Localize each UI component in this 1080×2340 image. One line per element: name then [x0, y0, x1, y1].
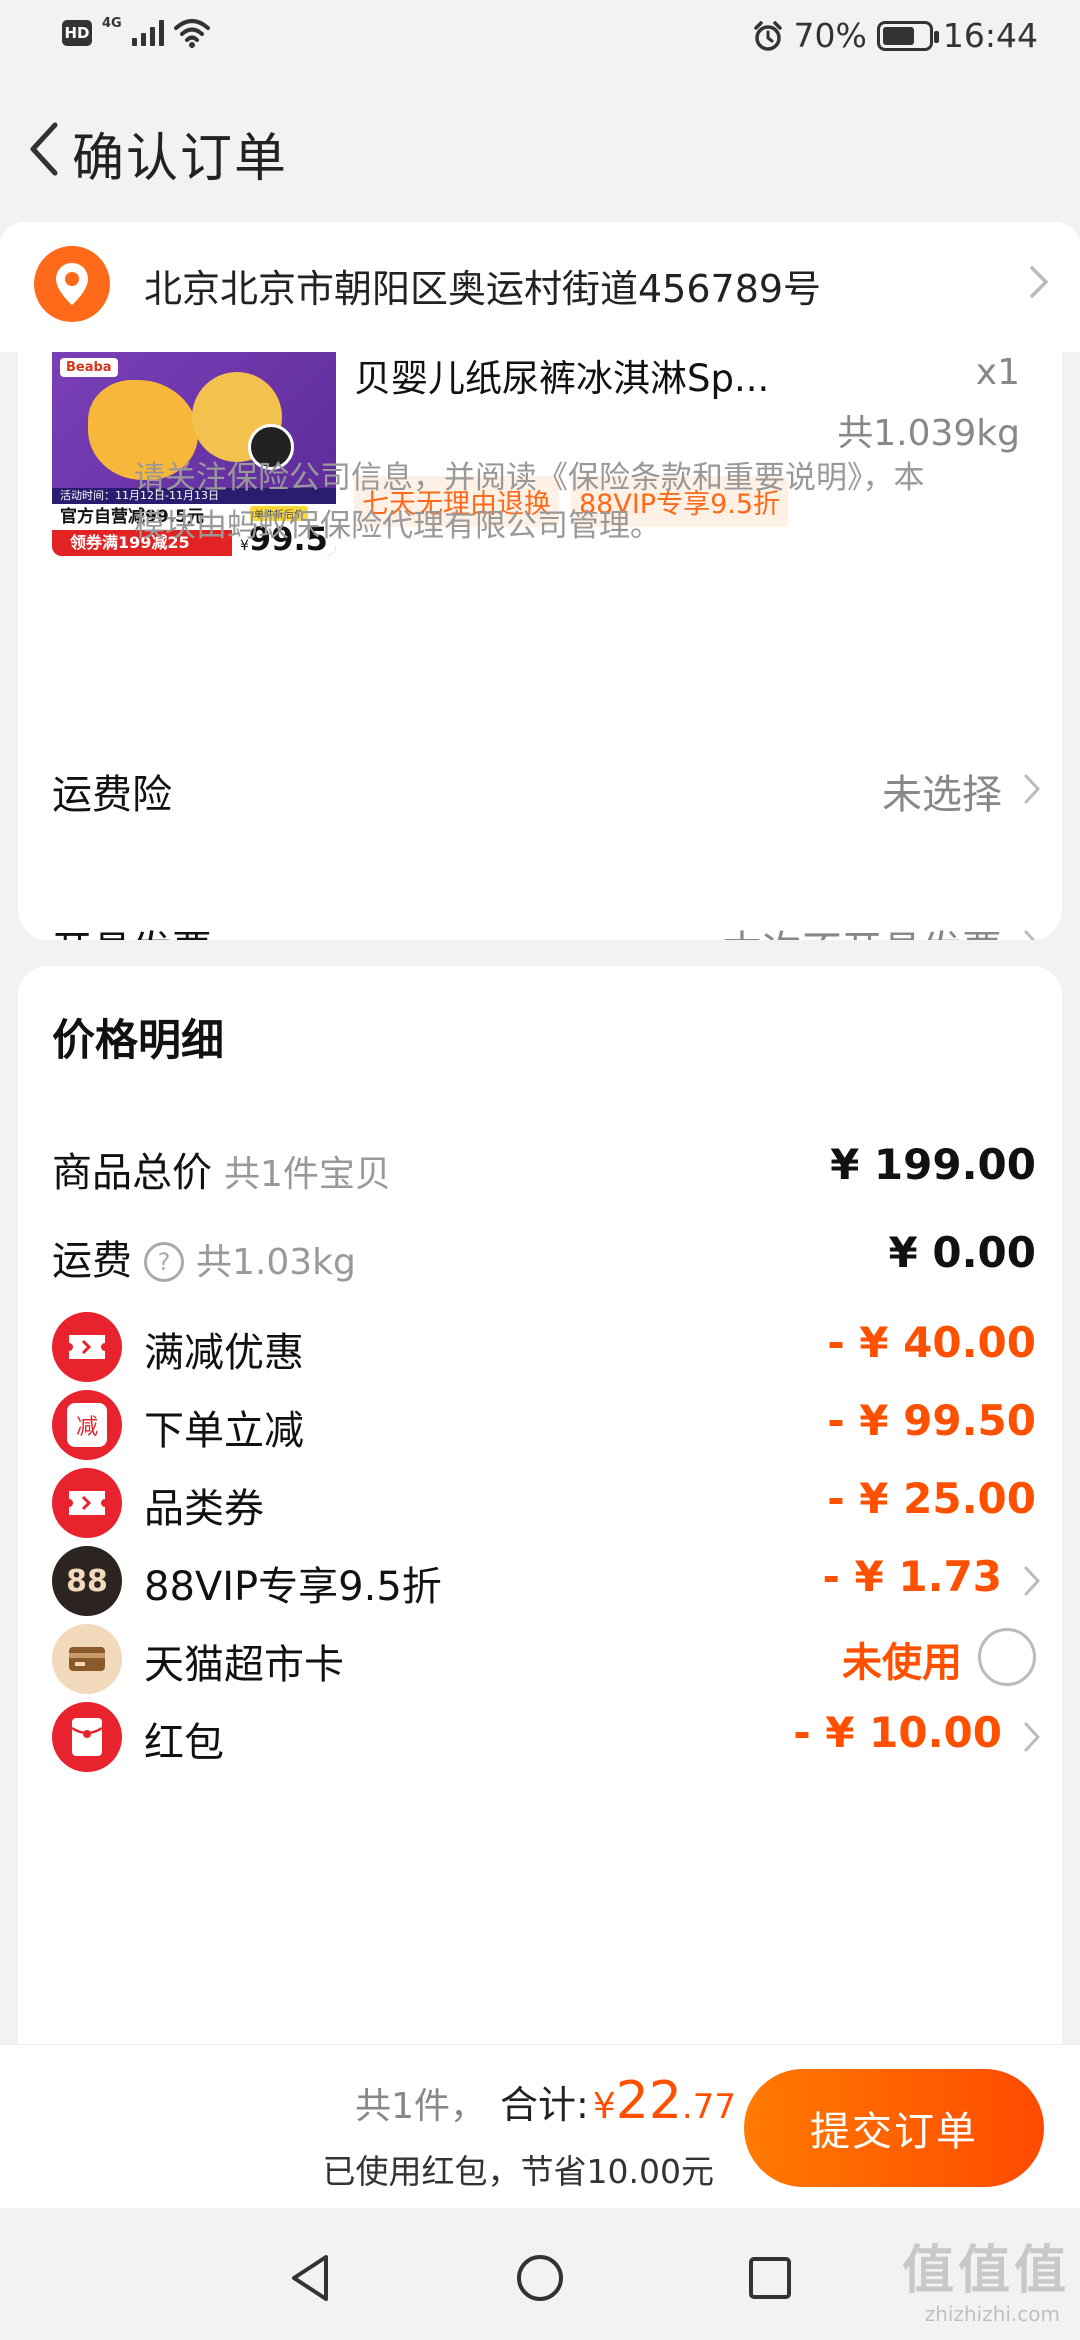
chevron-right-icon	[1024, 930, 1036, 940]
red-envelope-icon	[52, 1702, 122, 1772]
location-icon	[34, 246, 110, 322]
battery-level	[882, 26, 914, 45]
product-weight: 共1.039kg	[837, 413, 1020, 454]
triangle-back-icon	[292, 2255, 328, 2301]
chevron-right-icon	[1024, 1566, 1041, 1596]
discount-row-category-coupon: 品类券 - ¥ 25.00	[52, 1468, 1042, 1538]
chevron-left-icon	[30, 122, 58, 176]
jian-icon: 减	[52, 1390, 122, 1460]
section-title: 价格明细	[52, 1016, 224, 1066]
invoice-row[interactable]: 开具发票 本次不开具发票	[52, 918, 1042, 940]
nav-bar: 确认订单	[0, 76, 1080, 220]
order-card: Beaba 活动时间：11月12日-11月13日 官方自营减99.5元 领券满1…	[18, 352, 1062, 940]
saved-text: 已使用红包，节省10.00元	[322, 2152, 714, 2191]
battery-percent: 70%	[793, 16, 867, 55]
discount-row-instant: 减 下单立减 - ¥ 99.50	[52, 1390, 1042, 1460]
ticket-icon	[52, 1468, 122, 1538]
invoice-label: 开具发票	[52, 928, 212, 940]
insurance-note: 请关注保险公司信息，并阅读《保险条款和重要说明》，本模块由蚂蚁保保险代理有限公司…	[134, 460, 925, 544]
product-quantity: x1	[975, 352, 1020, 393]
card-status: 未使用	[842, 1640, 962, 1686]
network-type: 4G	[102, 15, 122, 31]
clock: 16:44	[942, 16, 1038, 55]
goods-total-amount: ¥ 199.00	[830, 1140, 1036, 1189]
nav-back-button[interactable]	[280, 2248, 340, 2308]
card-icon	[52, 1624, 122, 1694]
alarm-icon	[753, 20, 782, 51]
watermark-logo: 值值值	[901, 2241, 1070, 2301]
discount-row-tmall-card[interactable]: 天猫超市卡 未使用	[52, 1624, 1042, 1694]
address-text: 北京北京市朝阳区奥运村街道456789号	[144, 267, 822, 311]
nav-home-button[interactable]	[510, 2248, 570, 2308]
product-name[interactable]: 贝婴儿纸尿裤冰淇淋Sp...	[354, 352, 814, 402]
status-left: HD 4G	[62, 15, 210, 48]
submit-bar: 共1件， 合计: ¥ 22 .77 已使用红包，节省10.00元 提交订单	[0, 2044, 1080, 2208]
total-amount-int: 22	[615, 2071, 682, 2131]
square-recents-icon	[749, 2257, 791, 2299]
chevron-right-icon	[1024, 774, 1041, 804]
shipping-fee-row: 运费? 共1.03kg ¥ 0.00	[52, 1228, 1036, 1284]
signal-icon	[131, 20, 164, 46]
page-title: 确认订单	[72, 129, 289, 189]
circle-home-icon	[517, 2255, 563, 2301]
order-total: 共1件， 合计: ¥ 22 .77	[355, 2071, 736, 2131]
shipping-insurance-row[interactable]: 运费险 未选择	[52, 762, 1042, 820]
insurance-value: 未选择	[882, 772, 1002, 818]
total-amount-dec: .77	[681, 2087, 736, 2127]
shipping-fee-amount: ¥ 0.00	[888, 1228, 1036, 1277]
discount-row-full-reduction: 满减优惠 - ¥ 40.00	[52, 1312, 1042, 1382]
wifi-icon	[173, 19, 210, 48]
back-button[interactable]	[14, 114, 74, 184]
status-right: 70% 16:44	[752, 16, 1038, 55]
discount-row-88vip[interactable]: 88 88VIP专享9.5折 - ¥ 1.73	[52, 1546, 1042, 1616]
ticket-icon	[52, 1312, 122, 1382]
submit-order-button[interactable]: 提交订单	[744, 2069, 1044, 2187]
item-count: 共1件，	[355, 2086, 487, 2127]
price-detail-card: 价格明细 商品总价 共1件宝贝 ¥ 199.00 运费? 共1.03kg ¥ 0.0…	[18, 966, 1062, 2066]
watermark-url: zhizhizhi.com	[924, 2302, 1060, 2326]
goods-total-row: 商品总价 共1件宝贝 ¥ 199.00	[52, 1140, 1036, 1196]
hd-icon: HD	[62, 20, 92, 46]
nav-recents-button[interactable]	[740, 2248, 800, 2308]
insurance-label: 运费险	[52, 772, 172, 818]
vip88-icon: 88	[52, 1546, 122, 1616]
total-label: 合计:	[500, 2083, 589, 2127]
help-icon[interactable]: ?	[144, 1242, 184, 1282]
invoice-value: 本次不开具发票	[722, 918, 1002, 940]
status-bar: HD 4G 70% 16:44	[0, 0, 1080, 76]
chevron-right-icon	[1024, 1722, 1041, 1752]
card-radio[interactable]	[978, 1628, 1036, 1686]
battery-icon	[876, 20, 939, 51]
chevron-right-icon	[1030, 266, 1049, 298]
product-brand: Beaba	[60, 358, 118, 377]
address-bar[interactable]: 北京北京市朝阳区奥运村街道456789号	[0, 222, 1080, 352]
discount-row-red-envelope[interactable]: 红包 - ¥ 10.00	[52, 1702, 1042, 1772]
